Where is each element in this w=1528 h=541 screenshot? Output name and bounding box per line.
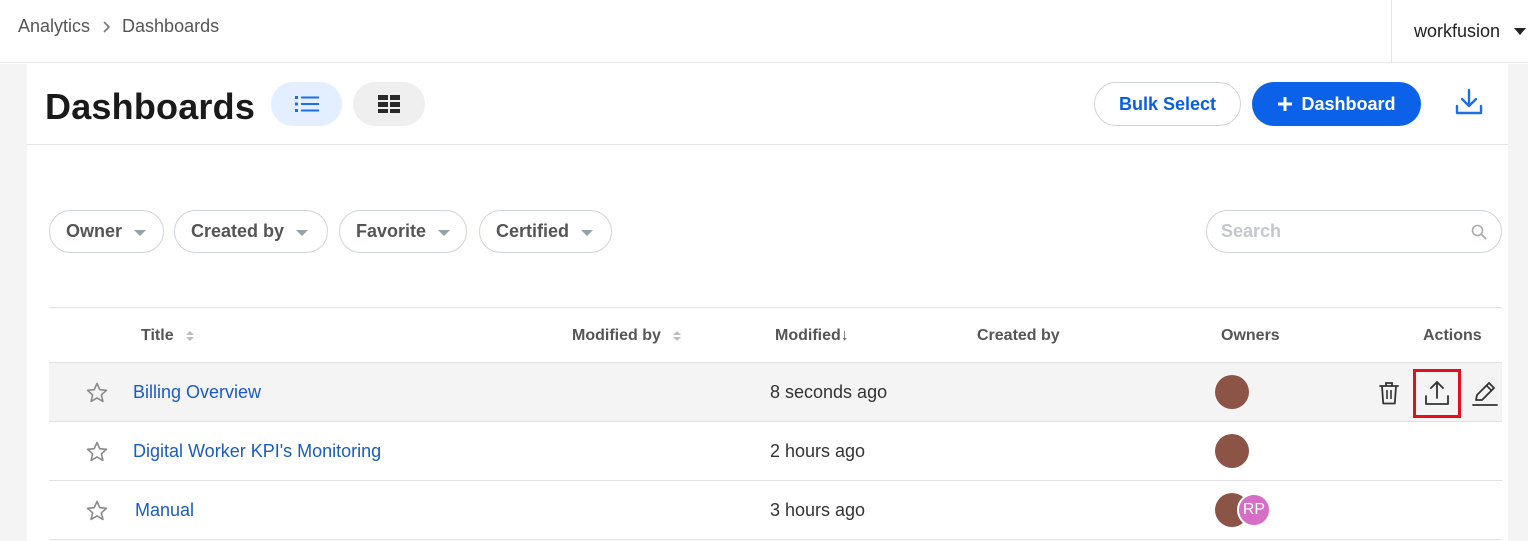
column-owners-label: Owners [1221, 327, 1280, 344]
sort-icon [185, 331, 194, 341]
page-title: Dashboards [45, 86, 256, 127]
column-title[interactable]: Title [141, 327, 194, 345]
avatar[interactable]: RP [1237, 493, 1271, 527]
tenant-name: workfusion [1414, 21, 1501, 41]
sort-icon [672, 331, 681, 341]
dashboard-title-link[interactable]: Digital Worker KPI's Monitoring [133, 441, 381, 462]
owner-filter-label: Owner [66, 221, 123, 241]
caret-down-icon [296, 230, 309, 236]
table-row[interactable]: Digital Worker KPI's Monitoring 2 hours … [49, 422, 1502, 481]
search-box [1206, 210, 1502, 253]
column-owners: Owners [1221, 327, 1280, 345]
dashboards-table: Title Modified by Modified↓ Created by O… [49, 307, 1502, 540]
certified-filter[interactable]: Certified [479, 210, 612, 253]
right-gutter [1508, 64, 1528, 541]
table-row[interactable]: Billing Overview 8 seconds ago [49, 363, 1502, 422]
caret-down-icon [438, 230, 451, 236]
download-button[interactable] [1451, 84, 1487, 120]
owners-list: RP [1215, 493, 1271, 527]
favorite-filter-label: Favorite [356, 221, 427, 241]
favorite-filter[interactable]: Favorite [339, 210, 467, 253]
list-view-button[interactable] [271, 82, 342, 126]
caret-down-icon [581, 230, 594, 236]
grid-icon [378, 95, 400, 113]
created-by-filter[interactable]: Created by [174, 210, 328, 253]
owner-filter[interactable]: Owner [49, 210, 164, 253]
dashboard-title-link[interactable]: Manual [135, 500, 194, 521]
pencil-icon [1472, 382, 1498, 406]
new-dashboard-label: Dashboard [1301, 93, 1396, 114]
column-modified-label: Modified↓ [775, 327, 849, 344]
chevron-right-icon [103, 20, 111, 33]
certified-filter-label: Certified [496, 221, 570, 241]
grid-view-button[interactable] [353, 82, 425, 126]
export-button[interactable] [1413, 368, 1461, 418]
column-created-by: Created by [977, 327, 1060, 345]
column-modified-by[interactable]: Modified by [572, 327, 681, 345]
left-gutter [0, 64, 27, 541]
upload-icon [1425, 381, 1449, 405]
list-icon [294, 96, 319, 112]
star-icon[interactable] [85, 499, 109, 523]
new-dashboard-button[interactable]: Dashboard [1252, 82, 1421, 126]
breadcrumb-dashboards: Dashboards [122, 16, 220, 36]
column-actions: Actions [1423, 327, 1482, 345]
owners-list [1215, 375, 1249, 409]
table-header: Title Modified by Modified↓ Created by O… [49, 307, 1502, 363]
dashboard-title-link[interactable]: Billing Overview [133, 382, 261, 403]
main-content: Dashboards Bulk Select Dashboard Owner C… [27, 64, 1508, 541]
table-row[interactable]: Manual 3 hours ago RP [49, 481, 1502, 540]
star-icon[interactable] [85, 381, 109, 405]
avatar[interactable] [1215, 375, 1249, 409]
bulk-select-button[interactable]: Bulk Select [1094, 82, 1241, 126]
plus-icon [1278, 97, 1293, 111]
modified-time: 3 hours ago [770, 500, 866, 520]
column-modified[interactable]: Modified↓ [775, 327, 849, 345]
column-created-by-label: Created by [977, 327, 1060, 344]
created-by-filter-label: Created by [191, 221, 285, 241]
column-actions-label: Actions [1423, 327, 1482, 344]
breadcrumb-analytics[interactable]: Analytics [18, 16, 90, 37]
star-icon[interactable] [85, 440, 109, 464]
top-bar: Analytics Dashboards workfusion [0, 0, 1528, 63]
caret-down-icon [1514, 28, 1527, 35]
breadcrumb: Analytics Dashboards [18, 16, 219, 37]
column-title-label: Title [141, 327, 174, 344]
avatar[interactable] [1215, 434, 1249, 468]
search-input[interactable] [1221, 221, 1451, 242]
delete-button[interactable] [1369, 373, 1409, 413]
download-icon [1455, 88, 1483, 115]
modified-time: 8 seconds ago [770, 382, 888, 402]
search-icon [1471, 224, 1487, 240]
caret-down-icon [134, 230, 147, 236]
header-divider [27, 144, 1508, 145]
column-modified-by-label: Modified by [572, 327, 661, 344]
owners-list [1215, 434, 1249, 468]
row-actions [1369, 368, 1505, 418]
trash-icon [1379, 382, 1399, 405]
edit-button[interactable] [1465, 373, 1505, 413]
modified-time: 2 hours ago [770, 441, 866, 461]
tenant-selector[interactable]: workfusion [1391, 0, 1528, 63]
